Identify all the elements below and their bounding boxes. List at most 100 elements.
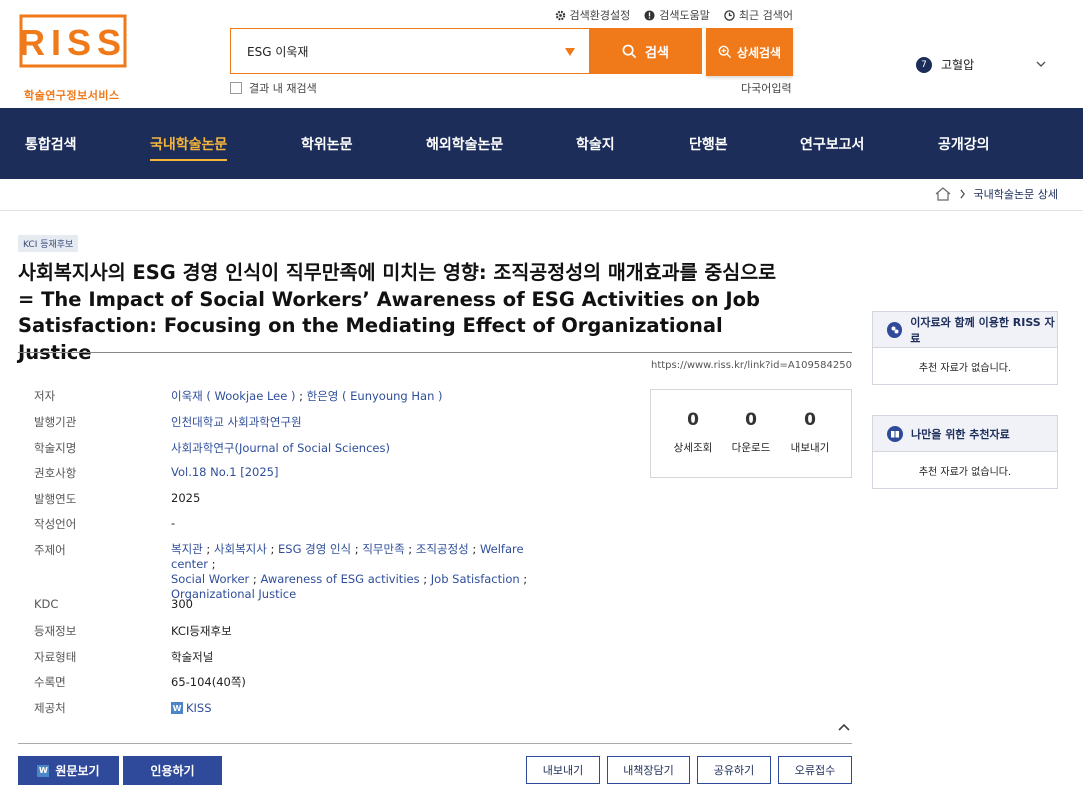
gear-icon bbox=[555, 10, 565, 20]
search-in-results-checkbox[interactable] bbox=[230, 82, 242, 94]
breadcrumb-current[interactable]: 국내학술논문 상세 bbox=[974, 186, 1058, 202]
nav-books[interactable]: 단행본 bbox=[689, 134, 728, 154]
recent-searches-link[interactable]: 최근 검색어 bbox=[724, 7, 793, 23]
meta-value: 2025 bbox=[171, 491, 201, 505]
search-input[interactable] bbox=[247, 44, 547, 58]
meta-key: 주제어 bbox=[34, 543, 66, 557]
meta-key: 발행연도 bbox=[34, 492, 77, 506]
article-title: 사회복지사의 ESG 경영 인식이 직무만족에 미치는 영향: 조직공정성의 매… bbox=[18, 261, 777, 364]
keyword-link[interactable]: Job Satisfaction bbox=[431, 572, 520, 586]
meta-row-kdc: KDC 300 bbox=[34, 597, 193, 611]
meta-value: 300 bbox=[171, 597, 193, 611]
add-to-shelf-button[interactable]: 내책장담기 bbox=[607, 756, 690, 784]
meta-key: 자료형태 bbox=[34, 650, 77, 664]
user-name: 고혈압 bbox=[941, 58, 975, 72]
utility-links: 검색환경설정 검색도움말 최근 검색어 bbox=[555, 7, 793, 23]
nav-journals[interactable]: 학술지 bbox=[576, 134, 615, 154]
meta-row-publisher: 발행기관 인천대학교 사회과학연구원 bbox=[34, 414, 302, 430]
nav-integrated-search[interactable]: 통합검색 bbox=[25, 134, 77, 154]
volume-link[interactable]: Vol.18 No.1 [2025] bbox=[171, 465, 278, 481]
search-button[interactable]: 검색 bbox=[589, 28, 702, 74]
view-fulltext-label: 원문보기 bbox=[55, 764, 100, 778]
keyword-link[interactable]: ESG 경영 인식 bbox=[278, 542, 351, 556]
meta-key: 권호사항 bbox=[34, 466, 77, 480]
stat-value: 0 bbox=[687, 410, 699, 430]
meta-row-year: 발행연도 2025 bbox=[34, 491, 200, 507]
user-badge: 7 bbox=[916, 56, 932, 73]
search-help-link[interactable]: 검색도움말 bbox=[644, 7, 710, 23]
nav-domestic-articles[interactable]: 국내학술논문 bbox=[150, 134, 228, 161]
keyword-link[interactable]: 복지관 bbox=[171, 542, 203, 556]
meta-key: KDC bbox=[34, 597, 59, 611]
search-dropdown-icon[interactable] bbox=[565, 48, 575, 56]
actions-divider bbox=[18, 743, 852, 744]
advanced-search-button[interactable]: 상세검색 bbox=[706, 28, 793, 76]
meta-row-volume: 권호사항 Vol.18 No.1 [2025] bbox=[34, 465, 278, 481]
search-button-label: 검색 bbox=[645, 45, 669, 61]
keyword-link[interactable]: 조직공정성 bbox=[416, 542, 469, 556]
recommendations-title: 나만을 위한 추천자료 bbox=[911, 427, 1010, 441]
keyword-link[interactable]: 사회복지사 bbox=[214, 542, 267, 556]
related-items-header: 이자료와 함께 이용한 RISS 자료 bbox=[873, 312, 1057, 348]
search-settings-link[interactable]: 검색환경설정 bbox=[555, 7, 631, 23]
book-icon bbox=[887, 425, 903, 442]
user-menu[interactable]: 7 고혈압 bbox=[916, 56, 974, 73]
view-fulltext-button[interactable]: W 원문보기 bbox=[18, 756, 119, 785]
meta-row-type: 자료형태 학술저널 bbox=[34, 649, 213, 665]
nav-research-reports[interactable]: 연구보고서 bbox=[800, 134, 864, 154]
stat-downloads: 0 다운로드 bbox=[721, 410, 781, 455]
report-error-button[interactable]: 오류접수 bbox=[778, 756, 852, 784]
breadcrumb: 국내학술논문 상세 bbox=[935, 186, 1058, 202]
nav-open-lectures[interactable]: 공개강의 bbox=[938, 134, 990, 154]
meta-row-pages: 수록면 65-104(40쪽) bbox=[34, 674, 246, 690]
provider-link[interactable]: W KISS bbox=[171, 700, 212, 716]
keyword-list: 복지관 ; 사회복지사 ; ESG 경영 인식 ; 직무만족 ; 조직공정성 ;… bbox=[171, 542, 528, 601]
keyword-link[interactable]: Social Worker bbox=[171, 572, 249, 586]
search-icon bbox=[622, 44, 637, 58]
keyword-link[interactable]: Awareness of ESG activities bbox=[260, 572, 419, 586]
export-button[interactable]: 내보내기 bbox=[526, 756, 600, 784]
permalink[interactable]: https://www.riss.kr/link?id=A109584250 bbox=[651, 360, 852, 371]
share-button[interactable]: 공유하기 bbox=[697, 756, 771, 784]
meta-row-provider: 제공처 W KISS bbox=[34, 700, 212, 716]
publisher-link[interactable]: 인천대학교 사회과학연구원 bbox=[171, 414, 302, 430]
author-link[interactable]: 이욱재 ( Wookjae Lee ) bbox=[171, 389, 295, 403]
multilang-input-link[interactable]: 다국어입력 bbox=[741, 80, 792, 96]
keyword-link[interactable]: 직무만족 bbox=[362, 542, 404, 556]
search-in-results[interactable]: 결과 내 재검색 bbox=[230, 80, 317, 96]
meta-key: 발행기관 bbox=[34, 415, 77, 429]
title-divider bbox=[18, 352, 852, 353]
recommendations-panel: 나만을 위한 추천자료 추천 자료가 없습니다. bbox=[872, 415, 1058, 489]
meta-row-author: 저자 이욱재 ( Wookjae Lee ) ; 한은영 ( Eunyoung … bbox=[34, 388, 443, 404]
meta-key: 제공처 bbox=[34, 701, 66, 715]
home-icon[interactable] bbox=[935, 187, 951, 201]
meta-row-language: 작성언어 - bbox=[34, 516, 175, 532]
related-items-panel: 이자료와 함께 이용한 RISS 자료 추천 자료가 없습니다. bbox=[872, 311, 1058, 385]
clock-icon bbox=[724, 9, 735, 21]
nav-foreign-articles[interactable]: 해외학술논문 bbox=[426, 134, 503, 154]
author-link[interactable]: 한은영 ( Eunyoung Han ) bbox=[307, 389, 443, 403]
breadcrumb-divider bbox=[0, 210, 1083, 211]
recommendations-header: 나만을 위한 추천자료 bbox=[873, 416, 1057, 452]
meta-row-journal: 학술지명 사회과학연구(Journal of Social Sciences) bbox=[34, 440, 390, 456]
stat-value: 0 bbox=[804, 410, 816, 430]
search-settings-label: 검색환경설정 bbox=[569, 9, 631, 22]
stat-views: 0 상세조회 bbox=[663, 410, 723, 455]
meta-value: 학술저널 bbox=[171, 650, 214, 664]
nav-theses[interactable]: 학위논문 bbox=[301, 134, 353, 154]
svg-text:RISS: RISS bbox=[19, 22, 127, 63]
stat-label: 내보내기 bbox=[790, 442, 830, 454]
search-field[interactable] bbox=[230, 28, 590, 74]
meta-key: 저자 bbox=[34, 389, 56, 403]
journal-link[interactable]: 사회과학연구(Journal of Social Sciences) bbox=[171, 440, 390, 456]
cite-button[interactable]: 인용하기 bbox=[123, 756, 222, 785]
main-nav: 통합검색 국내학술논문 학위논문 해외학술논문 학술지 단행본 연구보고서 공개… bbox=[0, 108, 1083, 179]
stat-value: 0 bbox=[745, 410, 757, 430]
usage-stats: 0 상세조회 0 다운로드 0 내보내기 bbox=[650, 389, 852, 478]
chevron-down-icon[interactable] bbox=[1035, 58, 1047, 70]
provider-label: KISS bbox=[186, 701, 212, 715]
riss-logo[interactable]: RISS 학술연구정보서비스 bbox=[18, 13, 128, 102]
meta-key: 작성언어 bbox=[34, 517, 77, 531]
chevron-up-icon[interactable] bbox=[838, 722, 850, 732]
riss-logo-mark: RISS bbox=[19, 14, 127, 68]
